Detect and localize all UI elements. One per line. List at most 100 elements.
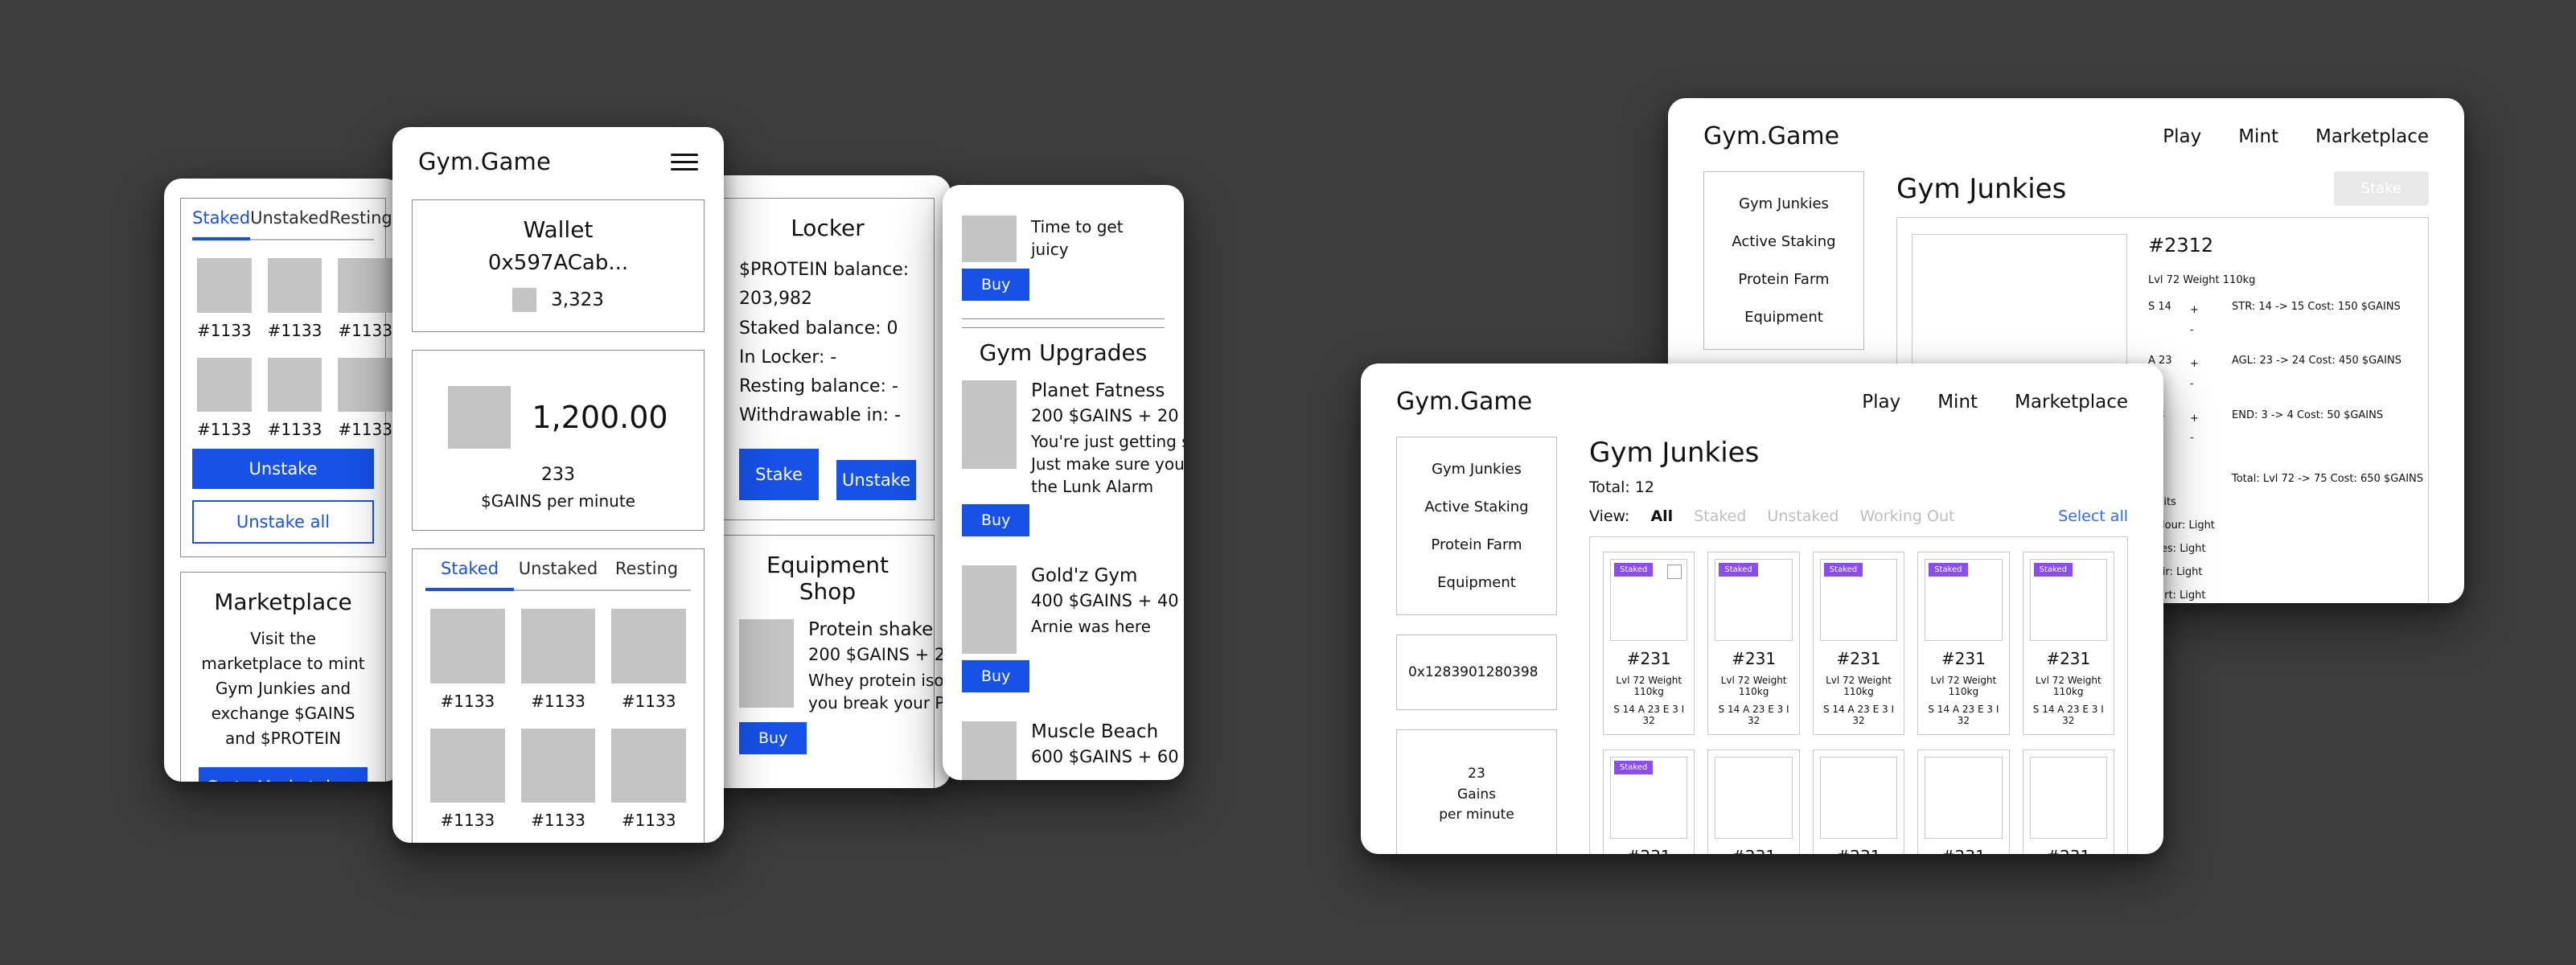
gains-rate-unit: Gains [1457,786,1496,803]
junkie-id: #231 [1820,847,1897,854]
nav-mint[interactable]: Mint [2238,126,2278,147]
sidebar-item-equipment[interactable]: Equipment [1397,564,1556,602]
list-item[interactable]: #1133 [267,258,323,340]
filter-working-out[interactable]: Working Out [1859,507,1954,525]
stat-row: A 23 + - AGL: 23 -> 24 Cost: 450 $GAINS [2148,355,2414,394]
nft-image [611,609,686,684]
stake-button[interactable]: Stake [739,448,819,500]
list-item[interactable]: #1133 [338,357,392,439]
list-item[interactable]: #1133 [338,258,392,340]
gains-rate-box: 23 Gains per minute [1396,729,1557,854]
junkie-id: #2312 [2148,234,2214,257]
nav-mint[interactable]: Mint [1937,392,1978,413]
list-item[interactable]: #1133 [197,258,252,340]
filter-all[interactable]: All [1650,507,1673,525]
junkie-card[interactable]: Staked #231 Lvl 72 Weight 110kg S 14 A 2… [1917,552,2010,735]
stat-decrement-button[interactable]: - [2190,375,2232,395]
desktop-body: Gym Junkies Active Staking Protein Farm … [1361,424,2163,854]
junkie-card[interactable]: Staked #231 Lvl 72 Weight 110kg S 14 A 2… [2022,552,2114,735]
sidebar-item-protein-farm[interactable]: Protein Farm [1397,526,1556,564]
sidebar-item-active-staking[interactable]: Active Staking [1704,223,1863,261]
junkie-grid: Staked #231 Lvl 72 Weight 110kg S 14 A 2… [1603,552,2114,854]
nft-image [197,258,252,313]
junkie-artwork: Staked [1819,559,1898,641]
sidebar-item-active-staking[interactable]: Active Staking [1397,488,1556,526]
filter-staked[interactable]: Staked [1694,507,1746,525]
item-price: 200 $GAINS + 20 $PROTEIN [1031,406,1184,425]
junkie-card[interactable]: #231 Lvl 72 Weight 110kg S 14 A 23 E 3 I… [2022,749,2114,854]
gym-upgrades-panel: Gym Upgrades Planet Fatness 200 $GAINS +… [962,327,1184,780]
list-item[interactable]: #1133 [267,357,323,439]
sidebar-item-protein-farm[interactable]: Protein Farm [1704,261,1863,298]
list-item[interactable]: #1133 [520,609,596,711]
junkie-meta: Lvl 72 Weight 110kg [1720,675,1787,697]
list-item[interactable]: #1133 [520,728,596,830]
tab-unstaked[interactable]: Unstaked [514,549,602,589]
nft-image [520,609,596,684]
locker-withdrawable-in: Withdrawable in: - [739,405,901,426]
wallet-address-box: 0x1283901280398 [1396,634,1557,710]
unstake-all-button[interactable]: Unstake all [192,500,374,544]
nav-marketplace[interactable]: Marketplace [2015,392,2128,413]
page-title: Gym Junkies [1589,437,1760,469]
gains-rate-value: 23 [1468,766,1485,782]
traits-list: Traits Colour: Light Eyes: Light Hair: L… [2148,496,2414,603]
sidebar-item-gym-junkies[interactable]: Gym Junkies [1397,450,1556,488]
tab-staked[interactable]: Staked [425,549,514,591]
sidebar-item-gym-junkies[interactable]: Gym Junkies [1704,185,1863,223]
junkie-card[interactable]: Staked #231 Lvl 72 Weight 110kg S 14 A 2… [1812,552,1905,735]
junkie-artwork [2029,757,2107,839]
junkie-card[interactable]: #231 Lvl 72 Weight 110kg S 14 A 23 E 3 I… [1812,749,1905,854]
item-name: Protein shake [808,618,934,640]
stat-decrement-button[interactable]: - [2190,429,2232,449]
filter-unstaked[interactable]: Unstaked [1767,507,1839,525]
stat-increment-button[interactable]: + [2190,355,2232,375]
tab-resting[interactable]: Resting [330,199,392,239]
tab-resting[interactable]: Resting [602,549,691,589]
stake-button[interactable]: Stake [2333,171,2429,206]
sidebar-nav: Gym Junkies Active Staking Protein Farm … [1703,171,1864,350]
go-to-marketplace-button[interactable]: Go to Marketplace [199,767,368,782]
junkie-card[interactable]: Staked #231 Lvl 72 Weight 110kg S 14 A 2… [1707,552,1800,735]
junkie-card[interactable]: #231 Lvl 72 Weight 110kg S 14 A 23 E 3 I… [1917,749,2010,854]
list-item[interactable]: #1133 [197,357,252,439]
nft-image [197,357,252,413]
brand-logo: Gym.Game [1396,388,1533,416]
tab-unstaked[interactable]: Unstaked [250,199,329,239]
nft-image [267,258,323,313]
stat-decrement-button[interactable]: - [2190,321,2232,341]
select-checkbox[interactable] [1667,565,1682,579]
buy-button[interactable]: Buy [962,269,1030,301]
hamburger-menu-icon[interactable] [671,153,698,170]
status-badge: Staked [1929,563,1968,577]
main-content: Gym Junkies Total: 12 View: All Staked U… [1589,437,2128,854]
list-item[interactable]: #1133 [611,728,686,831]
buy-button[interactable]: Buy [962,660,1030,692]
desktop-header: Gym.Game Play Mint Marketplace [1668,98,2464,158]
unstake-button[interactable]: Unstake [192,449,374,490]
stat-increment-button[interactable]: + [2190,301,2232,321]
junkie-artwork: Staked [1925,559,2003,641]
select-all-link[interactable]: Select all [2058,507,2128,525]
unstake-button[interactable]: Unstake [836,459,916,500]
list-item[interactable]: #1133 [430,728,505,831]
list-item[interactable]: #1133 [611,609,686,711]
junkie-meta: Lvl 72 Weight 110kg [1616,675,1682,697]
status-badge: Staked [1823,563,1863,577]
stat-increment-button[interactable]: + [2190,409,2232,429]
buy-button[interactable]: Buy [739,721,807,754]
nft-id: #1133 [621,811,676,831]
sidebar-item-equipment[interactable]: Equipment [1704,298,1863,336]
list-item[interactable]: #1133 [430,609,505,711]
total-count: Total: 12 [1589,478,1654,496]
nft-id: #1133 [621,691,676,711]
junkie-card[interactable]: Staked #231 Lvl 72 Weight 110kg S 14 A 2… [1603,552,1695,735]
locker-actions: Stake Unstake [739,448,916,500]
junkie-card[interactable]: #231 Lvl 72 Weight 110kg S 14 A 23 E 3 I… [1707,749,1800,854]
junkie-card[interactable]: Staked #231 Lvl 72 Weight 110kg S 14 A 2… [1603,749,1695,854]
nav-play[interactable]: Play [2163,126,2201,147]
nav-marketplace[interactable]: Marketplace [2315,126,2429,147]
tab-staked[interactable]: Staked [192,199,251,240]
buy-button[interactable]: Buy [962,504,1030,536]
nav-play[interactable]: Play [1862,392,1900,413]
